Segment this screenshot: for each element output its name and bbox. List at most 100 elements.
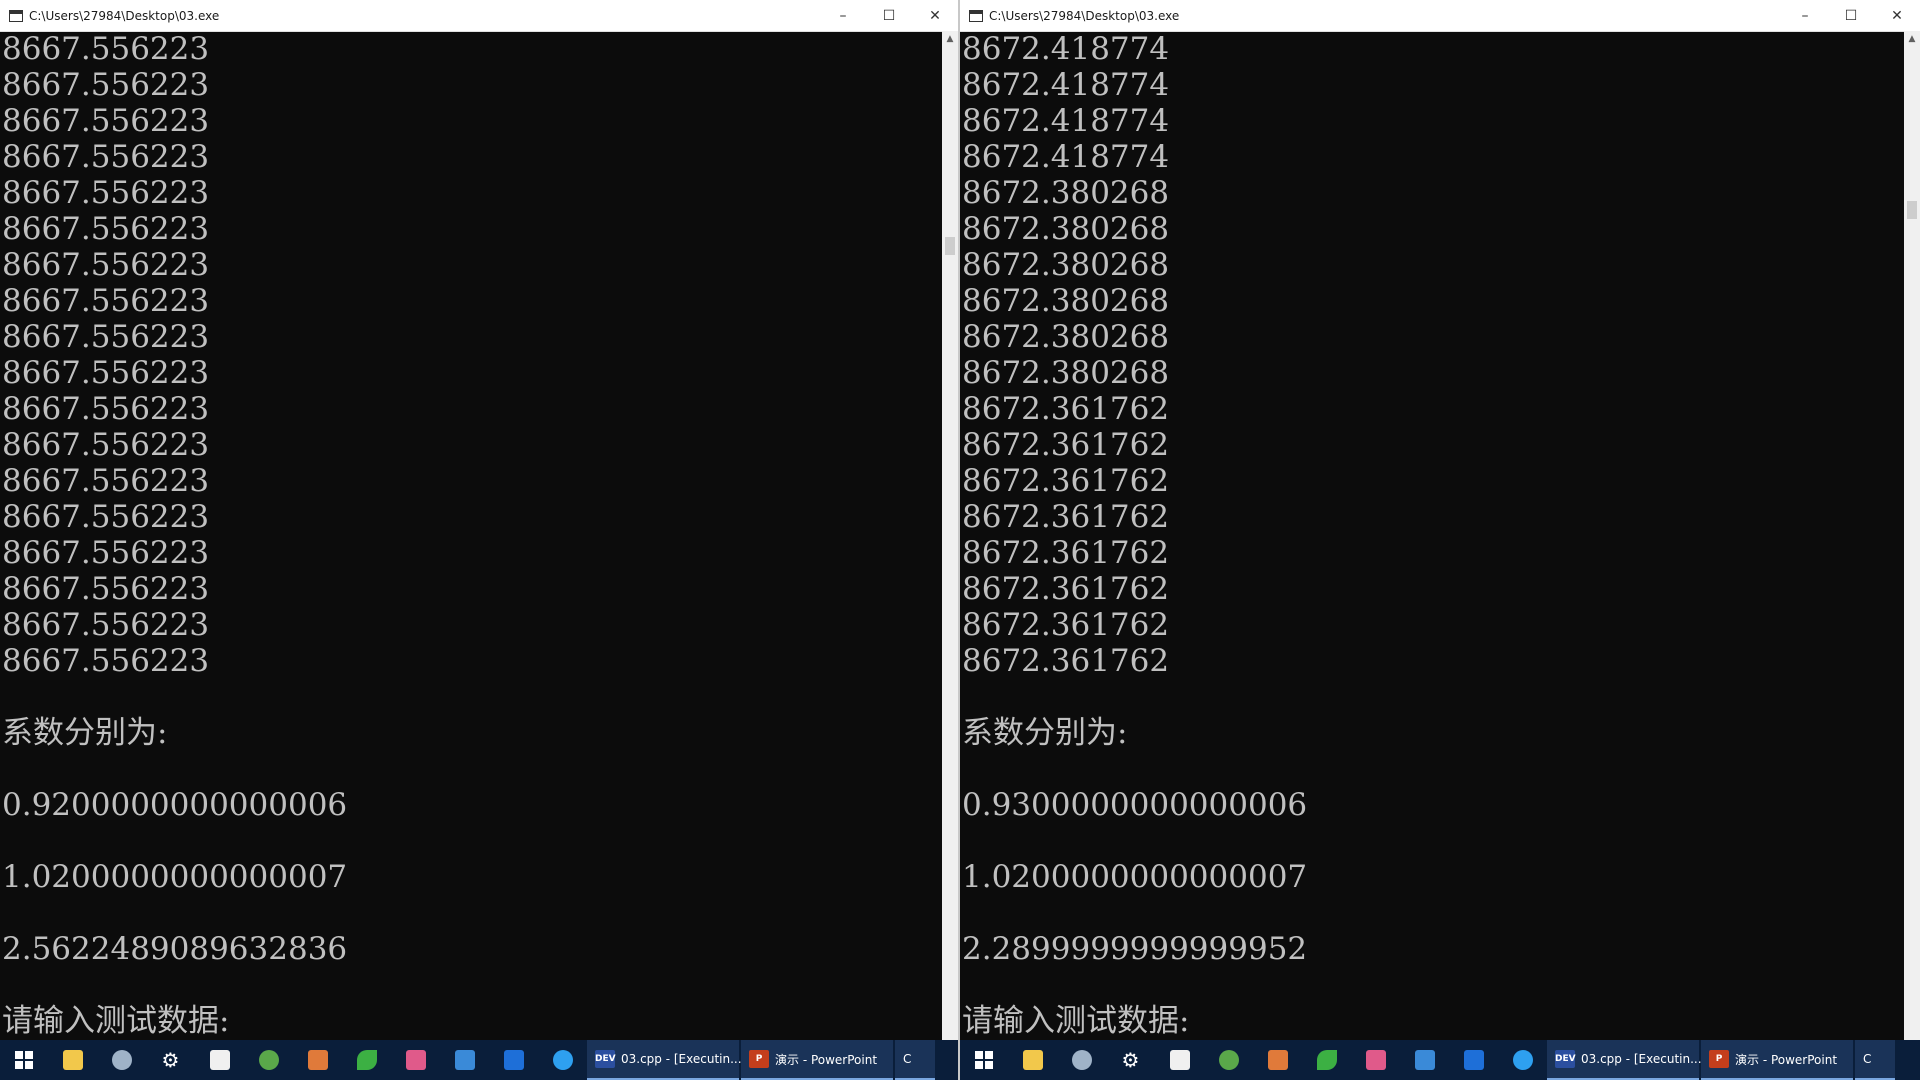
task-label: 03.cpp - [Executin... [621, 1052, 742, 1066]
task-label: C [1863, 1052, 1872, 1066]
window-title: C:\Users\27984\Desktop\03.exe [29, 8, 220, 23]
devcpp-icon: DEV [595, 1050, 616, 1068]
output-line: 8667.556223 [2, 319, 210, 355]
app-leaf-icon[interactable] [1302, 1040, 1351, 1080]
windows-logo-icon [975, 1051, 993, 1069]
minimize-button[interactable]: – [820, 0, 866, 31]
output-line: 8672.361762 [962, 463, 1170, 499]
bilibili-icon[interactable] [1351, 1040, 1400, 1080]
taskbar-task-powerpoint[interactable]: P 演示 - PowerPoint [1701, 1040, 1853, 1080]
app-blue-icon[interactable] [1400, 1040, 1449, 1080]
task-label: 演示 - PowerPoint [1735, 1052, 1838, 1067]
output-line: 8672.380268 [962, 175, 1170, 211]
app-grid-icon[interactable] [293, 1040, 342, 1080]
console-app-icon [9, 9, 23, 22]
mail-icon[interactable] [97, 1040, 146, 1080]
output-line: 8672.361762 [962, 643, 1170, 679]
output-line: 8672.418774 [962, 103, 1170, 139]
taskbar-task-devcpp[interactable]: DEV 03.cpp - [Executin... [1547, 1040, 1702, 1080]
vertical-scrollbar[interactable]: ▲ [942, 31, 958, 1040]
output-line: 8672.418774 [962, 31, 1170, 67]
task-label: C [903, 1052, 912, 1066]
scroll-up-icon[interactable]: ▲ [1904, 31, 1920, 47]
app-leaf-icon[interactable] [342, 1040, 391, 1080]
output-line: 8672.418774 [962, 139, 1170, 175]
coefficient-value: 2.5622489089632836 [2, 931, 348, 967]
output-line: 8672.361762 [962, 535, 1170, 571]
windows-logo-icon [15, 1051, 33, 1069]
output-line: 8667.556223 [2, 643, 210, 679]
output-line: 8667.556223 [2, 103, 210, 139]
taskbar-task-powerpoint[interactable]: P 演示 - PowerPoint [741, 1040, 893, 1080]
store-icon[interactable] [195, 1040, 244, 1080]
app-star-icon[interactable] [1449, 1040, 1498, 1080]
output-line: 8672.418774 [962, 67, 1170, 103]
taskbar-task-console[interactable]: C [895, 1040, 935, 1080]
output-line: 8672.361762 [962, 571, 1170, 607]
input-prompt: 请输入测试数据: [2, 1003, 230, 1039]
app-green-icon[interactable] [244, 1040, 293, 1080]
bilibili-icon[interactable] [391, 1040, 440, 1080]
file-explorer-icon[interactable] [48, 1040, 97, 1080]
minimize-button[interactable]: – [1782, 0, 1828, 31]
taskbar-left: ⚙ DEV 03.cpp - [Executin... P 演示 - Power… [0, 1040, 958, 1080]
output-line: 8667.556223 [2, 355, 210, 391]
taskbar-task-console[interactable]: C [1855, 1040, 1895, 1080]
powerpoint-icon: P [1709, 1050, 1729, 1068]
scroll-up-icon[interactable]: ▲ [942, 31, 958, 47]
store-icon[interactable] [1155, 1040, 1204, 1080]
console-window-left: C:\Users\27984\Desktop\03.exe – ☐ ✕ 8667… [0, 0, 958, 1080]
app-grid-icon[interactable] [1253, 1040, 1302, 1080]
close-button[interactable]: ✕ [1874, 0, 1920, 31]
coefficient-value: 0.9200000000000006 [2, 787, 348, 823]
task-label: 演示 - PowerPoint [775, 1052, 878, 1067]
devcpp-icon: DEV [1555, 1050, 1576, 1068]
app-green-icon[interactable] [1204, 1040, 1253, 1080]
vertical-scrollbar[interactable]: ▲ [1904, 31, 1920, 1040]
output-line: 8667.556223 [2, 499, 210, 535]
file-explorer-icon[interactable] [1008, 1040, 1057, 1080]
output-line: 8667.556223 [2, 175, 210, 211]
settings-icon[interactable]: ⚙ [1106, 1040, 1155, 1080]
coefficient-value: 2.2899999999999952 [962, 931, 1308, 967]
app-star-icon[interactable] [489, 1040, 538, 1080]
taskbar-right: ⚙ DEV 03.cpp - [Executin... P 演示 - Power… [960, 1040, 1920, 1080]
output-line: 8667.556223 [2, 211, 210, 247]
taskbar-task-devcpp[interactable]: DEV 03.cpp - [Executin... [587, 1040, 742, 1080]
input-prompt: 请输入测试数据: [962, 1003, 1190, 1039]
titlebar-left[interactable]: C:\Users\27984\Desktop\03.exe – ☐ ✕ [0, 0, 958, 32]
app-blue-icon[interactable] [440, 1040, 489, 1080]
output-line: 8672.361762 [962, 391, 1170, 427]
settings-icon[interactable]: ⚙ [146, 1040, 195, 1080]
scroll-thumb[interactable] [1907, 201, 1917, 219]
output-line: 8667.556223 [2, 463, 210, 499]
console-output-left: 8667.556223 8667.556223 8667.556223 8667… [0, 31, 942, 1040]
output-line: 8672.361762 [962, 427, 1170, 463]
close-button[interactable]: ✕ [912, 0, 958, 31]
output-line: 8667.556223 [2, 31, 210, 67]
output-line: 8667.556223 [2, 283, 210, 319]
output-line: 8667.556223 [2, 535, 210, 571]
console-output-right: 8672.418774 8672.418774 8672.418774 8672… [960, 31, 1904, 1040]
window-title: C:\Users\27984\Desktop\03.exe [989, 8, 1180, 23]
output-line: 8667.556223 [2, 67, 210, 103]
titlebar-right[interactable]: C:\Users\27984\Desktop\03.exe – ☐ ✕ [960, 0, 1920, 32]
coefficient-label: 系数分别为: [962, 715, 1128, 751]
console-window-right: C:\Users\27984\Desktop\03.exe – ☐ ✕ 8672… [960, 0, 1920, 1080]
coefficient-value: 1.0200000000000007 [962, 859, 1308, 895]
task-label: 03.cpp - [Executin... [1581, 1052, 1702, 1066]
browser-icon[interactable] [538, 1040, 587, 1080]
output-line: 8667.556223 [2, 607, 210, 643]
maximize-button[interactable]: ☐ [866, 0, 912, 31]
output-line: 8672.380268 [962, 355, 1170, 391]
browser-icon[interactable] [1498, 1040, 1547, 1080]
start-button[interactable] [0, 1040, 48, 1080]
output-line: 8667.556223 [2, 139, 210, 175]
start-button[interactable] [960, 1040, 1008, 1080]
maximize-button[interactable]: ☐ [1828, 0, 1874, 31]
mail-icon[interactable] [1057, 1040, 1106, 1080]
output-line: 8672.380268 [962, 211, 1170, 247]
scroll-thumb[interactable] [945, 237, 955, 255]
output-line: 8672.361762 [962, 607, 1170, 643]
output-line: 8667.556223 [2, 427, 210, 463]
